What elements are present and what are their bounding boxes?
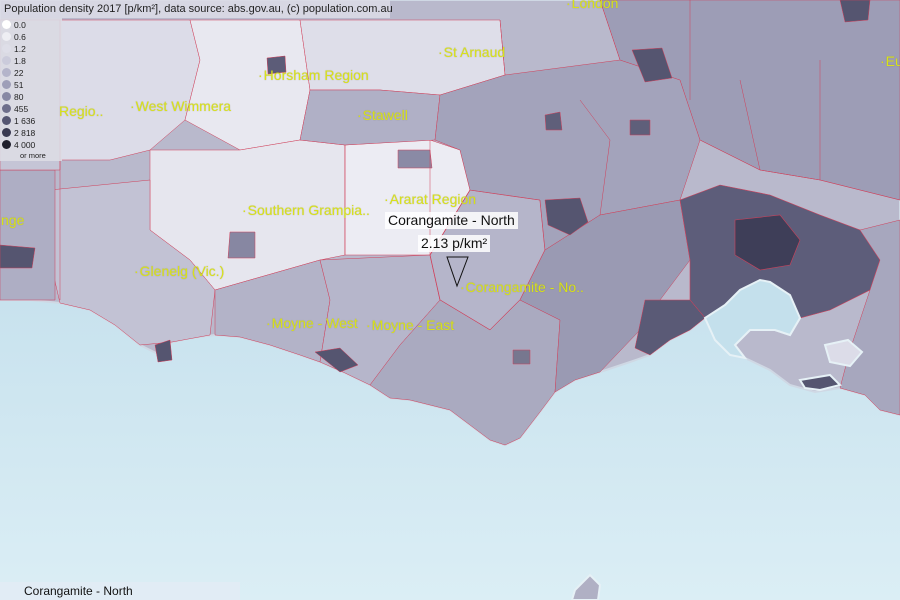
place-label[interactable]: Southern Grampia.. (242, 202, 370, 218)
legend-label: 0.0 (14, 20, 26, 30)
legend-label: 1.2 (14, 44, 26, 54)
legend-label: 0.6 (14, 32, 26, 42)
place-label[interactable]: Ararat Region (384, 191, 476, 207)
legend-label: 2 818 (14, 128, 36, 138)
region-left-edge[interactable] (0, 169, 56, 301)
legend-swatch (2, 44, 11, 53)
legend-label: 4 000 (14, 140, 36, 150)
legend-label: 1 636 (14, 116, 36, 126)
region-hamilton[interactable] (227, 231, 256, 259)
map-title: Population density 2017 [p/km²], data so… (0, 0, 393, 18)
legend-note: or more (20, 151, 46, 160)
callout-region-name: Corangamite - North (385, 212, 518, 229)
legend-swatch (2, 92, 11, 101)
legend-label: 455 (14, 104, 29, 114)
region-maryborough[interactable] (544, 111, 563, 131)
place-label[interactable]: Moyne - East (366, 317, 454, 333)
legend-swatch (2, 68, 11, 77)
map-canvas[interactable] (0, 0, 900, 600)
legend-label: 51 (14, 80, 24, 90)
legend-swatch (2, 104, 11, 113)
legend-swatch (2, 32, 11, 41)
legend-label: 1.8 (14, 56, 26, 66)
place-label[interactable]: St Arnaud (438, 44, 506, 60)
legend-swatch (2, 56, 11, 65)
place-label[interactable]: Eu (880, 53, 900, 69)
legend-swatch (2, 116, 11, 125)
callout-density-value: 2.13 p/km² (418, 235, 491, 252)
legend-label: 80 (14, 92, 24, 102)
selected-region-status: Corangamite - North (0, 582, 240, 600)
region-castlemaine[interactable] (629, 119, 651, 136)
region-ararat-town[interactable] (397, 149, 433, 169)
legend-swatch (2, 128, 11, 137)
legend-swatch (2, 80, 11, 89)
region-horsham[interactable] (184, 19, 311, 151)
place-label[interactable]: Moyne - West (266, 315, 358, 331)
place-label[interactable]: Horsham Region (258, 67, 369, 83)
place-label[interactable]: nge (0, 212, 24, 228)
region-north-dark[interactable] (839, 0, 871, 23)
legend-swatch (2, 20, 11, 29)
place-label[interactable]: Stawell (357, 107, 408, 123)
legend-label: 22 (14, 68, 24, 78)
place-label[interactable]: West Wimmera (130, 98, 231, 114)
region-camperdown[interactable] (512, 349, 531, 365)
callout-pointer-icon (446, 256, 469, 288)
region-west-town[interactable] (0, 244, 36, 269)
legend-swatch (2, 140, 11, 149)
place-label[interactable]: Glenelg (Vic.) (134, 263, 225, 279)
place-label[interactable]: London (566, 0, 619, 11)
density-legend: 0.0 0.6 1.2 1.8 22 51 80 455 1 636 2 818 4 000 or m… (0, 18, 62, 161)
place-label[interactable]: Regio.. (58, 103, 103, 119)
place-label[interactable]: Corangamite - No.. (460, 279, 584, 295)
